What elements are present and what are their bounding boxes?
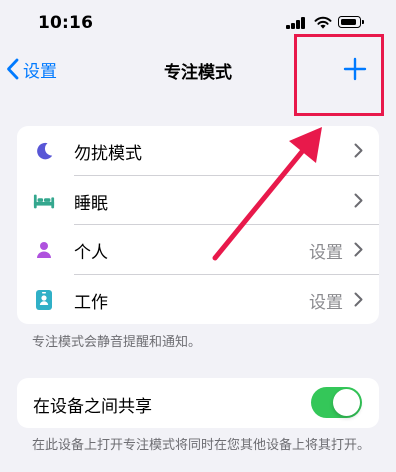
focus-item-personal[interactable]: 个人 设置 [17,225,379,275]
share-across-devices-toggle[interactable] [311,387,362,418]
status-icons [286,16,364,30]
bed-icon [33,190,55,212]
focus-item-sleep[interactable]: 睡眠 [17,176,379,225]
focus-item-setup: 设置 [309,243,343,263]
chevron-right-icon [354,242,363,257]
focus-footer-note: 专注模式会静音提醒和通知。 [32,335,202,350]
cellular-signal-icon [286,16,308,29]
focus-item-label: 工作 [74,292,108,313]
status-time: 10:16 [38,13,94,33]
work-badge-icon [33,289,55,311]
focus-item-work[interactable]: 工作 设置 [17,275,379,325]
share-across-devices-row: 在设备之间共享 [17,378,379,428]
chevron-right-icon [354,193,363,207]
wifi-icon [314,16,332,29]
focus-item-label: 勿扰模式 [74,144,142,164]
person-icon [33,239,55,261]
focus-item-label: 个人 [74,243,108,263]
share-label: 在设备之间共享 [33,397,152,417]
toggle-knob [333,389,360,416]
annotation-highlight-box [294,34,384,116]
moon-icon [33,140,55,162]
chevron-right-icon [354,292,363,306]
share-footer-note: 在此设备上打开专注模式将同时在您其他设备上将其打开。 [32,438,371,453]
chevron-right-icon [354,143,363,158]
focus-item-setup: 设置 [309,292,343,313]
focus-item-label: 睡眠 [74,193,108,214]
focus-item-do-not-disturb[interactable]: 勿扰模式 [17,126,379,176]
focus-modes-list: 勿扰模式 睡眠 个人 设置 工作 设置 [17,126,379,324]
battery-icon [338,16,364,28]
